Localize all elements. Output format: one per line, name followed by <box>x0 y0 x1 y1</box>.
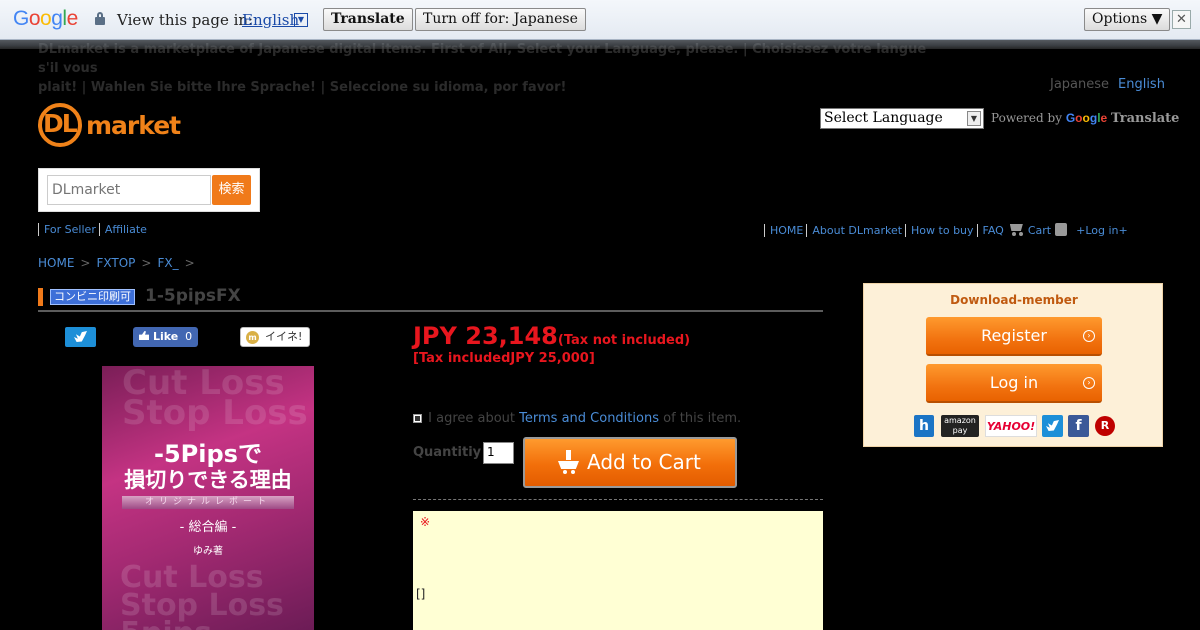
login-button[interactable]: Log in › <box>926 364 1102 403</box>
language-notice: DLmarket is a marketplace of Japanese di… <box>0 40 1200 97</box>
nav-affiliate[interactable]: Affiliate <box>98 223 150 236</box>
notice-box: ※ [] <box>413 511 823 630</box>
twitter-icon <box>74 331 87 342</box>
thumbs-up-icon <box>139 331 149 340</box>
nav-how-to-buy[interactable]: How to buy <box>905 224 977 237</box>
close-icon[interactable]: ✕ <box>1172 10 1191 29</box>
search-box: 検索 <box>38 168 260 212</box>
product-title: 1-5pipsFX <box>145 286 241 306</box>
google-logo: Google <box>13 7 78 30</box>
quantity-label: Quantitiy <box>413 445 482 460</box>
mixi-like-button[interactable]: m イイネ! <box>240 327 310 347</box>
language-link[interactable]: English <box>242 11 299 29</box>
quantity-input[interactable]: 1 <box>483 442 514 464</box>
cart-icon[interactable] <box>1007 223 1025 236</box>
translate-button[interactable]: Translate <box>323 8 413 31</box>
title-divider <box>38 310 823 312</box>
agree-checkbox[interactable] <box>413 414 422 423</box>
cart-icon <box>557 450 581 474</box>
breadcrumb: HOME > FXTOP > FX_ > <box>38 256 195 270</box>
notice-line-2: plait! | Wahlen Sie bitte Ihre Sprache! … <box>38 80 567 95</box>
register-button[interactable]: Register › <box>926 317 1102 356</box>
language-dropdown-icon[interactable]: ▼ <box>294 13 308 27</box>
nav-login[interactable]: +Log in+ <box>1076 224 1128 237</box>
nav-faq[interactable]: FAQ <box>976 224 1007 237</box>
add-to-cart-button[interactable]: Add to Cart <box>523 437 737 488</box>
breadcrumb-fxtop[interactable]: FXTOP <box>96 256 135 270</box>
agree-terms: I agree about Terms and Conditions of th… <box>413 411 741 426</box>
lang-japanese-link[interactable]: Japanese <box>1050 77 1109 92</box>
facebook-icon[interactable]: f <box>1068 415 1089 437</box>
mixi-icon: m <box>246 331 259 344</box>
print-available-badge: コンビニ印刷可 <box>50 289 135 305</box>
options-button[interactable]: Options ▼ <box>1084 8 1171 31</box>
google-translate-bar: Google View this page in: English ▼ Tran… <box>0 0 1200 40</box>
nav-for-seller[interactable]: For Seller <box>38 223 99 236</box>
view-page-text: View this page in: <box>117 11 254 29</box>
login-provider-icons: h amazon pay YAHOO! f R <box>914 415 1115 437</box>
terms-link[interactable]: Terms and Conditions <box>519 411 659 426</box>
turn-off-button[interactable]: Turn off for: Japanese <box>415 8 586 31</box>
nav-home[interactable]: HOME <box>764 224 807 237</box>
select-language-dropdown[interactable]: Select Language ▼ <box>820 108 984 129</box>
hatena-icon[interactable]: h <box>914 415 934 437</box>
chevron-down-icon: ▼ <box>967 111 981 126</box>
price-tax-included: [Tax includedJPY 25,000] <box>413 351 595 366</box>
login-lock-icon <box>1055 223 1068 236</box>
nav-cart[interactable]: Cart <box>1028 224 1051 237</box>
download-member-box: Download-member Register › Log in › h amaz… <box>863 283 1163 447</box>
search-button[interactable]: 検索 <box>212 175 251 205</box>
facebook-like-button[interactable]: Like 0 <box>133 327 198 347</box>
powered-by-google: Powered by Google Translate <box>991 111 1180 126</box>
amazon-pay-icon[interactable]: amazon pay <box>941 415 979 437</box>
product-cover-image[interactable]: Cut Loss Stop Loss -5Pipsで 損切りできる理由 オリジナ… <box>102 366 314 630</box>
breadcrumb-home[interactable]: HOME <box>38 256 74 270</box>
breadcrumb-fx[interactable]: FX_ <box>157 256 178 270</box>
google-mini-logo: Google <box>1065 111 1108 125</box>
nav-left: For Seller Affiliate <box>38 223 150 236</box>
nav-about[interactable]: About DLmarket <box>806 224 906 237</box>
chevron-right-icon: › <box>1083 377 1095 389</box>
lang-english-link[interactable]: English <box>1118 77 1165 92</box>
lock-icon <box>95 12 105 25</box>
twitter-icon[interactable] <box>1042 415 1063 437</box>
divider <box>413 499 823 500</box>
yahoo-icon[interactable]: YAHOO! <box>985 415 1037 437</box>
rakuten-icon[interactable]: R <box>1095 416 1115 436</box>
title-accent <box>38 288 43 306</box>
chevron-right-icon: › <box>1083 330 1095 342</box>
twitter-share-button[interactable] <box>65 327 96 347</box>
nav-right: HOME About DLmarket How to buy FAQ Cart +Log … <box>764 223 1128 237</box>
price: JPY 23,148(Tax not included) <box>413 322 691 350</box>
dlmarket-logo[interactable]: DL market <box>38 103 188 148</box>
member-heading: Download-member <box>950 293 1078 307</box>
search-input[interactable] <box>47 175 211 205</box>
